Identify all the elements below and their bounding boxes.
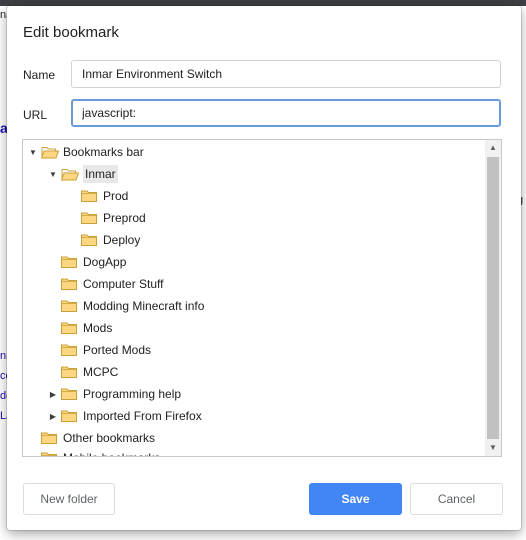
tree-row-label: Ported Mods [83, 343, 152, 357]
tree-row[interactable]: ▶ Programming help [47, 383, 181, 405]
tree-row-label: Computer Stuff [83, 277, 164, 291]
tree-row[interactable]: Computer Stuff [47, 273, 163, 295]
url-field[interactable] [71, 99, 501, 127]
folder-icon [81, 212, 97, 224]
save-button[interactable]: Save [309, 483, 402, 515]
tree-row[interactable]: Preprod [67, 207, 146, 229]
folder-icon [41, 452, 57, 456]
folder-icon [61, 410, 77, 422]
tree-row[interactable]: ▶ Imported From Firefox [47, 405, 202, 427]
tree-row[interactable]: Modding Minecraft info [47, 295, 204, 317]
triangle-right-icon[interactable]: ▶ [47, 390, 59, 399]
triangle-right-icon[interactable]: ▶ [47, 412, 59, 421]
tree-row-label: Bookmarks bar [63, 145, 144, 159]
folder-icon [40, 146, 60, 159]
tree-row[interactable]: Ported Mods [47, 339, 151, 361]
folder-icon [61, 256, 77, 268]
tree-scrollbar[interactable]: ▲ ▼ [485, 140, 501, 456]
tree-row[interactable]: Prod [67, 185, 128, 207]
tree-row-label: Mods [83, 321, 113, 335]
tree-row[interactable]: ▼ Inmar [47, 163, 118, 185]
tree-row-label: Programming help [83, 387, 182, 401]
folder-icon [41, 432, 57, 444]
tree-row[interactable]: Deploy [67, 229, 140, 251]
folder-icon [81, 190, 97, 202]
edit-bookmark-dialog: Edit bookmark Name URL ▼ Bookmarks bar ▼ In… [7, 6, 521, 530]
tree-row-label: Other bookmarks [63, 431, 156, 445]
folder-icon [81, 234, 97, 246]
url-label: URL [23, 108, 48, 122]
dialog-title: Edit bookmark [23, 24, 119, 41]
triangle-down-icon[interactable]: ▼ [47, 170, 59, 179]
tree-row[interactable]: Mods [47, 317, 112, 339]
tree-row[interactable]: ▼ Bookmarks bar [27, 141, 144, 163]
scrollbar-thumb[interactable] [487, 157, 499, 439]
tree-row-label: Modding Minecraft info [83, 299, 205, 313]
folder-icon [61, 300, 77, 312]
tree-row[interactable]: DogApp [47, 251, 126, 273]
cancel-button[interactable]: Cancel [410, 483, 503, 515]
tree-row[interactable]: Mobile bookmarks [27, 447, 160, 456]
tree-row[interactable]: MCPC [47, 361, 118, 383]
tree-row-label: MCPC [83, 365, 119, 379]
scroll-up-icon[interactable]: ▲ [485, 140, 501, 156]
tree-row-label: Mobile bookmarks [63, 451, 160, 456]
tree-row-label: Deploy [103, 233, 141, 247]
folder-icon [60, 168, 80, 181]
tree-row[interactable]: Other bookmarks [27, 427, 155, 449]
folder-icon [61, 278, 77, 290]
tree-row-label: Inmar [83, 165, 118, 183]
tree-row-label: Preprod [103, 211, 146, 225]
scroll-down-icon[interactable]: ▼ [485, 440, 501, 456]
name-field[interactable] [71, 60, 501, 88]
name-label: Name [23, 68, 56, 82]
new-folder-button[interactable]: New folder [23, 483, 115, 515]
folder-icon [61, 322, 77, 334]
folder-icon [61, 388, 77, 400]
folder-icon [61, 366, 77, 378]
tree-row-label: Prod [103, 189, 129, 203]
folder-tree[interactable]: ▼ Bookmarks bar ▼ Inmar Prod Preprod Deploy Dog… [22, 139, 502, 457]
tree-row-label: Imported From Firefox [83, 409, 202, 423]
folder-icon [61, 344, 77, 356]
triangle-down-icon[interactable]: ▼ [27, 148, 39, 157]
tree-row-label: DogApp [83, 255, 127, 269]
